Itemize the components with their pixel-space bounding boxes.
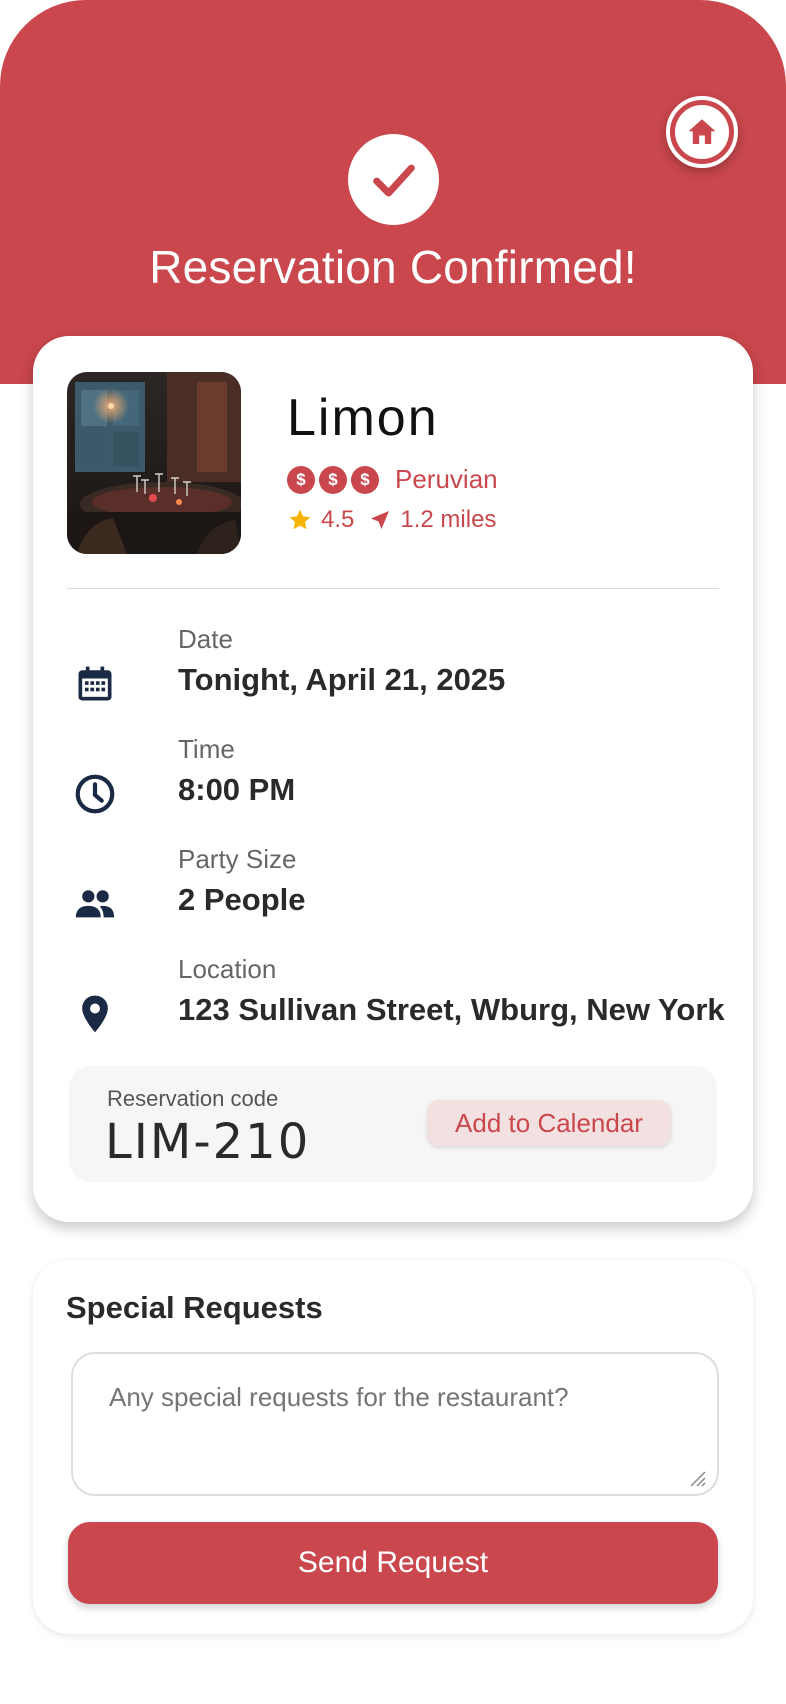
rating-value: 4.5 xyxy=(321,506,355,533)
location-pin-icon xyxy=(67,986,123,1042)
navigation-arrow-icon xyxy=(371,511,390,529)
detail-value: Tonight, April 21, 2025 xyxy=(178,662,506,697)
resize-handle-icon[interactable] xyxy=(687,1468,707,1488)
send-request-button[interactable]: Send Request xyxy=(68,1522,718,1604)
cuisine-label: Peruvian xyxy=(395,464,498,494)
detail-label: Time xyxy=(178,734,235,764)
add-to-calendar-button[interactable]: Add to Calendar xyxy=(427,1100,671,1146)
detail-party-size: Party Size 2 People xyxy=(67,844,727,944)
detail-location: Location 123 Sullivan Street, Wburg, New… xyxy=(67,954,727,1054)
restaurant-photo xyxy=(67,372,241,554)
restaurant-name: Limon xyxy=(287,389,439,447)
price-cuisine-row: $ $ $ Peruvian xyxy=(287,464,498,495)
distance-value: 1.2 miles xyxy=(400,506,497,533)
calendar-icon xyxy=(67,656,123,712)
confirmation-screen: Reservation Confirmed! Limon $ $ $ Peruv… xyxy=(0,0,786,1704)
detail-value: 2 People xyxy=(178,882,306,917)
detail-value: 123 Sullivan Street, Wburg, New York xyxy=(178,992,725,1027)
reservation-code-label: Reservation code xyxy=(107,1086,279,1111)
star-icon xyxy=(289,509,311,530)
detail-time: Time 8:00 PM xyxy=(67,734,727,834)
rating-distance-row: 4.5 1.2 miles xyxy=(287,506,496,534)
price-level-2: $ xyxy=(319,465,347,494)
home-icon xyxy=(675,105,729,159)
reservation-code: LIM-210 xyxy=(105,1114,311,1170)
reservation-code-box: Reservation code LIM-210 Add to Calendar xyxy=(69,1066,717,1182)
special-requests-input[interactable] xyxy=(71,1352,719,1496)
detail-label: Party Size xyxy=(178,844,297,874)
detail-label: Date xyxy=(178,624,233,654)
price-level-3: $ xyxy=(351,465,379,494)
detail-date: Date Tonight, April 21, 2025 xyxy=(67,624,727,724)
price-level-1: $ xyxy=(287,465,315,494)
check-icon xyxy=(348,134,439,225)
detail-label: Location xyxy=(178,954,277,984)
divider xyxy=(67,588,719,589)
detail-value: 8:00 PM xyxy=(178,772,296,807)
reservation-card: Limon $ $ $ Peruvian 4.5 1.2 miles Date … xyxy=(33,336,753,1222)
home-button[interactable] xyxy=(666,96,738,168)
clock-icon xyxy=(67,766,123,822)
special-requests-title: Special Requests xyxy=(66,1290,323,1325)
special-requests-card: Special Requests Send Request xyxy=(33,1260,753,1634)
page-title: Reservation Confirmed! xyxy=(149,241,637,293)
people-icon xyxy=(67,876,123,932)
